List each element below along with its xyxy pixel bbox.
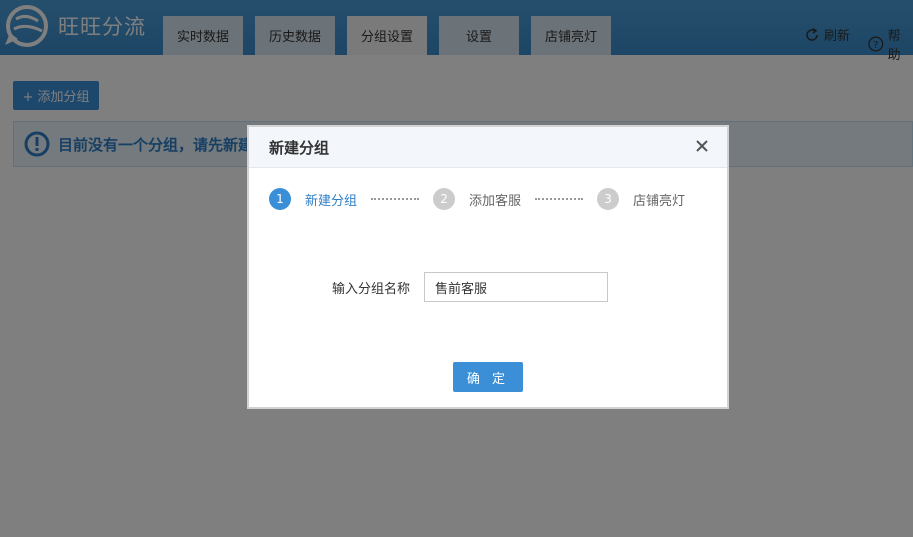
close-button[interactable] [693,137,711,155]
group-name-row: 输入分组名称 [332,272,609,302]
step-1: 1 新建分组 [269,188,357,210]
step-label: 店铺亮灯 [633,193,686,209]
step-number: 1 [269,188,291,210]
step-number: 2 [433,188,456,210]
group-name-input[interactable] [424,272,609,302]
step-divider [371,198,420,200]
step-3: 3 店铺亮灯 [597,188,685,210]
group-name-label: 输入分组名称 [332,281,411,297]
step-number: 3 [597,188,620,210]
step-indicator: 1 新建分组 2 添加客服 3 店铺亮灯 [269,188,685,210]
close-icon [696,140,708,152]
step-divider [535,198,584,200]
new-group-dialog: 新建分组 1 新建分组 2 添加客服 3 店铺亮灯 输入分组名称 确 定 [247,125,729,409]
dialog-title: 新建分组 [269,138,330,157]
dialog-header: 新建分组 [249,127,727,168]
step-label: 新建分组 [305,193,358,209]
step-2: 2 添加客服 [433,188,521,210]
confirm-button[interactable]: 确 定 [453,362,523,392]
step-label: 添加客服 [469,193,522,209]
